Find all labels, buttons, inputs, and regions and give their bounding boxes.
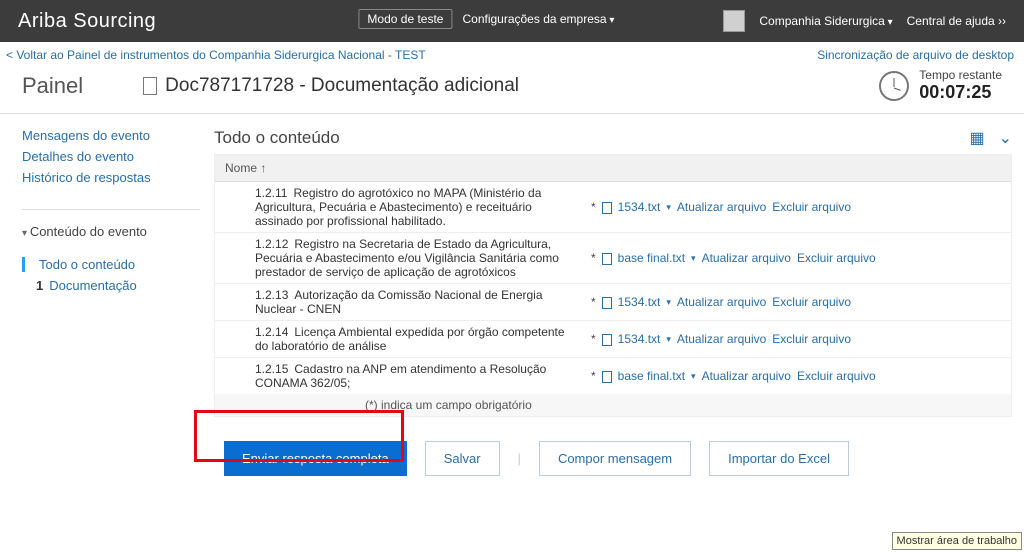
divider: | xyxy=(518,451,521,466)
sidebar-response-history[interactable]: Histórico de respostas xyxy=(22,170,200,185)
test-mode-badge: Modo de teste xyxy=(358,9,452,29)
row-description: 1.2.14Licença Ambiental expedida por órg… xyxy=(215,321,585,357)
top-right: Companhia Siderurgica Central de ajuda xyxy=(723,0,1006,42)
row-description: 1.2.12Registro na Secretaria de Estado d… xyxy=(215,233,585,283)
content-area: Todo o conteúdo ▦ ⌄ Nome ↑ 1.2.11Registr… xyxy=(200,114,1024,476)
row-actions: * 1534.txt ▾ Atualizar arquivo Excluir arqui… xyxy=(585,321,1011,357)
file-icon xyxy=(602,202,612,214)
timer-value: 00:07:25 xyxy=(919,82,1002,103)
table-row: 1.2.13Autorização da Comissão Nacional d… xyxy=(215,284,1011,321)
sidebar-documentation[interactable]: 1 Documentação xyxy=(22,278,200,293)
required-star: * xyxy=(591,332,596,346)
timer-label: Tempo restante xyxy=(919,68,1002,82)
compose-message-button[interactable]: Compor mensagem xyxy=(539,441,691,476)
submit-response-button[interactable]: Enviar resposta completa xyxy=(224,441,407,476)
save-button[interactable]: Salvar xyxy=(425,441,500,476)
table-row: 1.2.11Registro do agrotóxico no MAPA (Mi… xyxy=(215,182,1011,233)
update-file-link[interactable]: Atualizar arquivo xyxy=(677,200,766,214)
file-link[interactable]: 1534.txt xyxy=(618,200,661,214)
sub-bar: < Voltar ao Painel de instrumentos do Co… xyxy=(0,42,1024,66)
delete-file-link[interactable]: Excluir arquivo xyxy=(772,332,851,346)
file-icon xyxy=(602,371,612,383)
sidebar-all-content[interactable]: Todo o conteúdo xyxy=(22,257,200,272)
file-link[interactable]: 1534.txt xyxy=(618,295,661,309)
import-excel-button[interactable]: Importar do Excel xyxy=(709,441,849,476)
update-file-link[interactable]: Atualizar arquivo xyxy=(677,295,766,309)
required-footnote: (*) indica um campo obrigatório xyxy=(215,394,1011,416)
button-bar: Enviar resposta completa Salvar | Compor… xyxy=(214,417,1012,476)
row-actions: * base final.txt ▾ Atualizar arquivo Excluir… xyxy=(585,233,1011,283)
file-menu-icon[interactable]: ▾ xyxy=(666,202,671,213)
update-file-link[interactable]: Atualizar arquivo xyxy=(702,251,791,265)
brand-logo: Ariba Sourcing xyxy=(18,10,156,33)
avatar-icon xyxy=(723,10,745,32)
sidebar: Mensagens do evento Detalhes do evento H… xyxy=(0,114,200,476)
required-star: * xyxy=(591,369,596,383)
file-icon xyxy=(602,253,612,265)
required-star: * xyxy=(591,200,596,214)
row-actions: * 1534.txt ▾ Atualizar arquivo Excluir arqui… xyxy=(585,284,1011,320)
file-menu-icon[interactable]: ▾ xyxy=(666,297,671,308)
row-actions: * 1534.txt ▾ Atualizar arquivo Excluir arqui… xyxy=(585,182,1011,232)
file-icon xyxy=(602,334,612,346)
main-area: Mensagens do evento Detalhes do evento H… xyxy=(0,114,1024,476)
show-desktop-tooltip: Mostrar área de trabalho xyxy=(892,532,1022,550)
panel-heading: Painel xyxy=(22,73,83,99)
delete-file-link[interactable]: Excluir arquivo xyxy=(772,200,851,214)
delete-file-link[interactable]: Excluir arquivo xyxy=(797,251,876,265)
row-description: 1.2.13Autorização da Comissão Nacional d… xyxy=(215,284,585,320)
row-description: 1.2.11Registro do agrotóxico no MAPA (Mi… xyxy=(215,182,585,232)
top-center: Modo de teste Configurações da empresa xyxy=(358,9,614,29)
title-row: Painel Doc787171728 - Documentação adici… xyxy=(0,66,1024,114)
file-menu-icon[interactable]: ▾ xyxy=(691,371,696,382)
table-header: Nome ↑ xyxy=(215,155,1011,182)
sidebar-item-number: 1 xyxy=(36,278,43,293)
back-link[interactable]: < Voltar ao Painel de instrumentos do Co… xyxy=(6,48,426,62)
file-menu-icon[interactable]: ▾ xyxy=(666,334,671,345)
delete-file-link[interactable]: Excluir arquivo xyxy=(797,369,876,383)
update-file-link[interactable]: Atualizar arquivo xyxy=(702,369,791,383)
sidebar-section-event-content[interactable]: Conteúdo do evento xyxy=(22,209,200,249)
sidebar-event-messages[interactable]: Mensagens do evento xyxy=(22,128,200,143)
file-link[interactable]: base final.txt xyxy=(618,251,685,265)
clock-icon xyxy=(879,71,909,101)
file-link[interactable]: base final.txt xyxy=(618,369,685,383)
expand-all-icon[interactable]: ⌄ xyxy=(999,128,1012,148)
row-description: 1.2.15Cadastro na ANP em atendimento a R… xyxy=(215,358,585,394)
sidebar-item-label: Documentação xyxy=(49,278,136,293)
company-menu[interactable]: Companhia Siderurgica xyxy=(759,14,892,28)
desktop-sync-link[interactable]: Sincronização de arquivo de desktop xyxy=(817,48,1014,62)
table-body[interactable]: 1.2.11Registro do agrotóxico no MAPA (Mi… xyxy=(215,182,1011,394)
file-link[interactable]: 1534.txt xyxy=(618,332,661,346)
document-icon xyxy=(143,77,157,95)
delete-file-link[interactable]: Excluir arquivo xyxy=(772,295,851,309)
col-name[interactable]: Nome ↑ xyxy=(225,161,266,175)
doc-title: Doc787171728 - Documentação adicional xyxy=(143,75,519,97)
top-bar: Ariba Sourcing Modo de teste Configuraçõ… xyxy=(0,0,1024,42)
file-menu-icon[interactable]: ▾ xyxy=(691,253,696,264)
table-row: 1.2.12Registro na Secretaria de Estado d… xyxy=(215,233,1011,284)
required-star: * xyxy=(591,295,596,309)
content-heading: Todo o conteúdo xyxy=(214,128,340,148)
table-row: 1.2.15Cadastro na ANP em atendimento a R… xyxy=(215,358,1011,394)
required-star: * xyxy=(591,251,596,265)
file-icon xyxy=(602,297,612,309)
company-settings-menu[interactable]: Configurações da empresa xyxy=(462,12,614,26)
doc-title-text: Doc787171728 - Documentação adicional xyxy=(165,75,519,97)
timer-block: Tempo restante 00:07:25 xyxy=(879,68,1002,103)
row-actions: * base final.txt ▾ Atualizar arquivo Excluir… xyxy=(585,358,1011,394)
table-row: 1.2.14Licença Ambiental expedida por órg… xyxy=(215,321,1011,358)
table-view-icon[interactable]: ▦ xyxy=(969,128,984,148)
update-file-link[interactable]: Atualizar arquivo xyxy=(677,332,766,346)
help-center-link[interactable]: Central de ajuda xyxy=(907,14,1006,28)
content-table: Nome ↑ 1.2.11Registro do agrotóxico no M… xyxy=(214,154,1012,417)
sidebar-event-details[interactable]: Detalhes do evento xyxy=(22,149,200,164)
